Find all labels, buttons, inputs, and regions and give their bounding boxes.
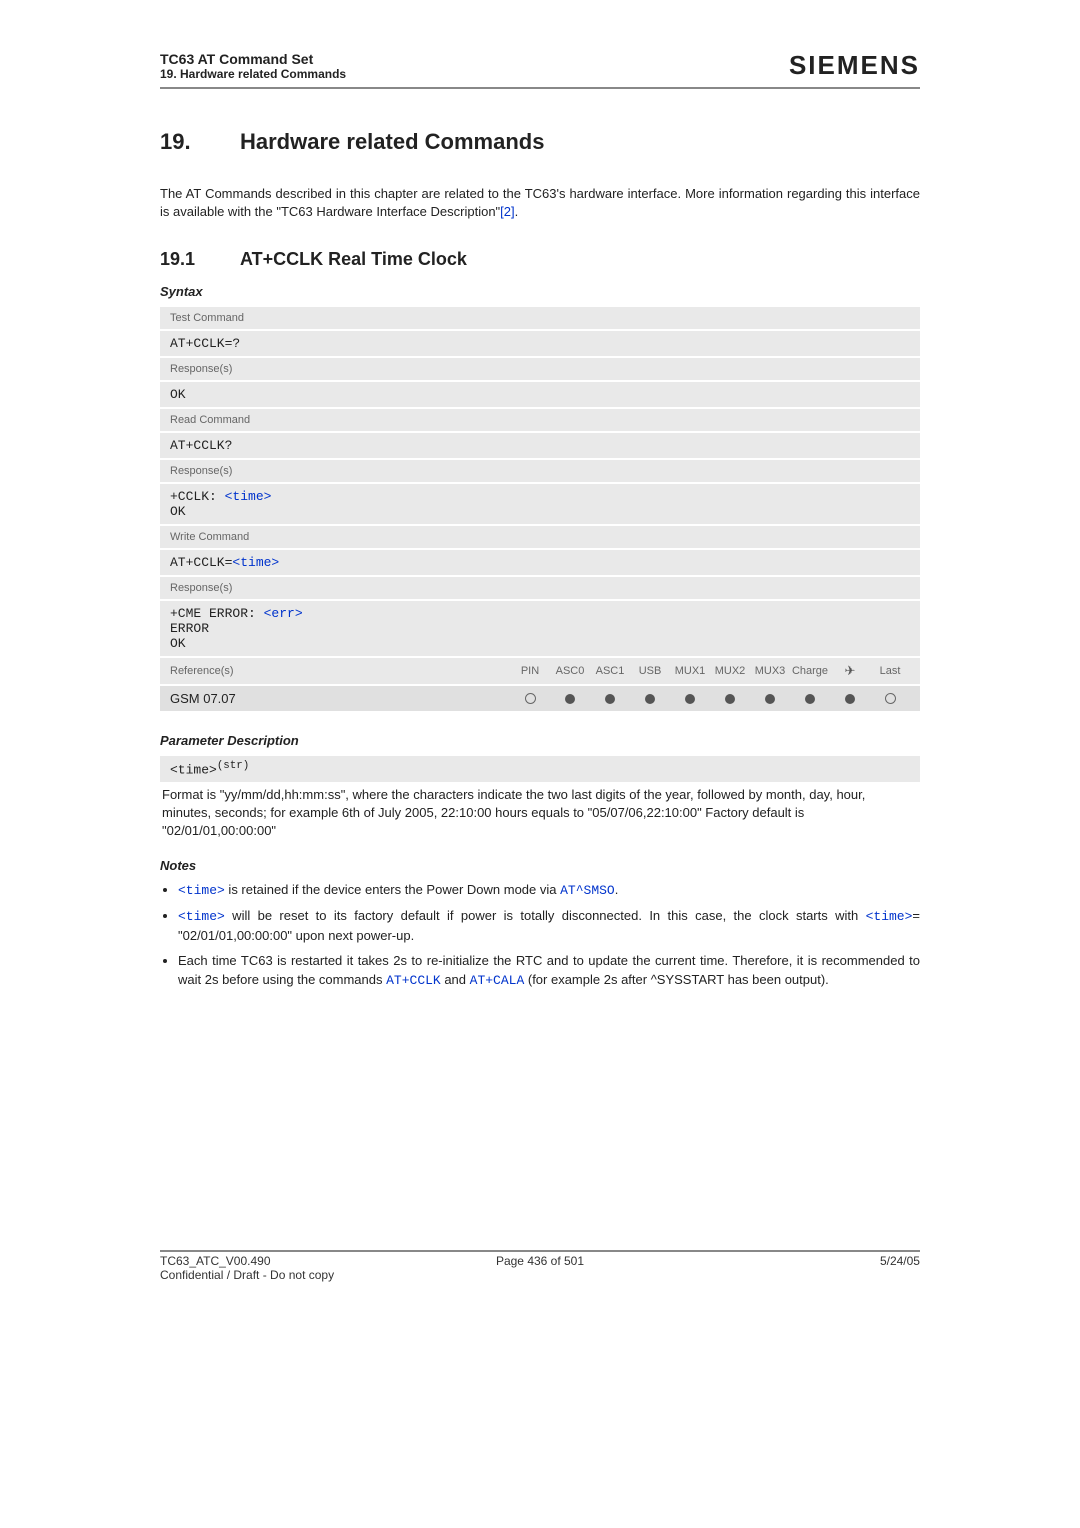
time-link-n1[interactable]: <time> xyxy=(178,883,225,898)
dot-mux1 xyxy=(685,694,695,704)
param-name-box: <time>(str) xyxy=(160,756,920,781)
time-link-1[interactable]: <time> xyxy=(225,489,272,504)
param-description-text: Format is "yy/mm/dd,hh:mm:ss", where the… xyxy=(160,782,920,851)
note-1-end: . xyxy=(615,882,619,897)
time-link-2[interactable]: <time> xyxy=(232,555,279,570)
cclk-prefix: +CCLK: xyxy=(170,489,225,504)
read-response-value: +CCLK: <time> OK xyxy=(160,482,920,524)
note-2-text-a: will be reset to its factory default if … xyxy=(225,908,866,923)
note-2: <time> will be reset to its factory defa… xyxy=(178,907,920,946)
response-ok-1: OK xyxy=(160,380,920,407)
test-command-value: AT+CCLK=? xyxy=(160,329,920,356)
col-usb: USB xyxy=(630,665,670,677)
intro-text: The AT Commands described in this chapte… xyxy=(160,186,920,219)
col-mux2: MUX2 xyxy=(710,665,750,677)
intro-paragraph: The AT Commands described in this chapte… xyxy=(160,185,920,221)
at-cclk-link[interactable]: AT+CCLK xyxy=(386,973,441,988)
footer-divider xyxy=(160,1250,920,1252)
footer-confidential: Confidential / Draft - Do not copy xyxy=(160,1268,334,1282)
write-command-value: AT+CCLK=<time> xyxy=(160,548,920,575)
dot-plane xyxy=(845,694,855,704)
footer-date: 5/24/05 xyxy=(667,1254,920,1282)
write-command-label: Write Command xyxy=(160,524,920,548)
dot-asc0 xyxy=(565,694,575,704)
syntax-box: Test Command AT+CCLK=? Response(s) OK Re… xyxy=(160,307,920,711)
footer-page-num: Page 436 of 501 xyxy=(413,1254,666,1282)
dot-mux2 xyxy=(725,694,735,704)
syntax-heading: Syntax xyxy=(160,284,920,299)
notes-list: <time> is retained if the device enters … xyxy=(160,881,920,990)
at-cala-link[interactable]: AT+CALA xyxy=(470,973,525,988)
time-link-n2a[interactable]: <time> xyxy=(178,909,225,924)
note-3-text-c: (for example 2s after ^SYSSTART has been… xyxy=(524,972,829,987)
col-asc0: ASC0 xyxy=(550,665,590,677)
dot-last xyxy=(885,693,896,704)
page-footer: TC63_ATC_V00.490 Confidential / Draft - … xyxy=(160,1254,920,1282)
cme-prefix: +CME ERROR: xyxy=(170,606,264,621)
response-ok-2: OK xyxy=(170,504,186,519)
time-link-n2b[interactable]: <time> xyxy=(866,909,913,924)
section-heading: 19. Hardware related Commands xyxy=(160,129,920,155)
response-label-2: Response(s) xyxy=(160,458,920,482)
doc-subtitle: 19. Hardware related Commands xyxy=(160,67,346,81)
section-number: 19. xyxy=(160,129,240,155)
response-label-1: Response(s) xyxy=(160,356,920,380)
siemens-logo: SIEMENS xyxy=(789,50,920,81)
subsection-title: AT+CCLK Real Time Clock xyxy=(240,249,467,270)
note-3-text-b: and xyxy=(441,972,470,987)
header-divider xyxy=(160,87,920,89)
write-response-value: +CME ERROR: <err> ERROR OK xyxy=(160,599,920,656)
dot-usb xyxy=(645,694,655,704)
ref-link-2[interactable]: [2] xyxy=(500,204,514,219)
subsection-heading: 19.1 AT+CCLK Real Time Clock xyxy=(160,249,920,270)
dot-charge xyxy=(805,694,815,704)
read-command-value: AT+CCLK? xyxy=(160,431,920,458)
page-header: TC63 AT Command Set 19. Hardware related… xyxy=(160,50,920,81)
col-last: Last xyxy=(870,665,910,677)
support-dots xyxy=(510,693,910,704)
response-label-3: Response(s) xyxy=(160,575,920,599)
at-smso-link[interactable]: AT^SMSO xyxy=(560,883,615,898)
reference-value-row: GSM 07.07 xyxy=(160,684,920,711)
response-ok-3: OK xyxy=(170,636,186,651)
subsection-number: 19.1 xyxy=(160,249,240,270)
notes-heading: Notes xyxy=(160,858,920,873)
col-mux3: MUX3 xyxy=(750,665,790,677)
dot-asc1 xyxy=(605,694,615,704)
note-1: <time> is retained if the device enters … xyxy=(178,881,920,901)
dot-mux3 xyxy=(765,694,775,704)
col-mux1: MUX1 xyxy=(670,665,710,677)
dot-pin xyxy=(525,693,536,704)
col-pin: PIN xyxy=(510,665,550,677)
test-command-label: Test Command xyxy=(160,307,920,329)
section-title: Hardware related Commands xyxy=(240,129,544,155)
references-label: Reference(s) xyxy=(170,665,234,677)
response-error: ERROR xyxy=(170,621,209,636)
err-link[interactable]: <err> xyxy=(264,606,303,621)
column-labels: PIN ASC0 ASC1 USB MUX1 MUX2 MUX3 Charge … xyxy=(510,663,910,679)
doc-title: TC63 AT Command Set xyxy=(160,51,346,67)
note-1-text: is retained if the device enters the Pow… xyxy=(225,882,560,897)
param-desc-heading: Parameter Description xyxy=(160,733,920,748)
note-3: Each time TC63 is restarted it takes 2s … xyxy=(178,952,920,991)
param-sup-str: (str) xyxy=(217,760,250,772)
footer-doc-id: TC63_ATC_V00.490 xyxy=(160,1254,271,1268)
col-asc1: ASC1 xyxy=(590,665,630,677)
col-charge: Charge xyxy=(790,665,830,677)
param-time-name: <time> xyxy=(170,763,217,778)
read-command-label: Read Command xyxy=(160,407,920,431)
write-prefix: AT+CCLK= xyxy=(170,555,232,570)
reference-gsm: GSM 07.07 xyxy=(170,691,236,706)
reference-header-row: Reference(s) PIN ASC0 ASC1 USB MUX1 MUX2… xyxy=(160,656,920,684)
col-plane-icon: ✈ xyxy=(830,663,870,679)
